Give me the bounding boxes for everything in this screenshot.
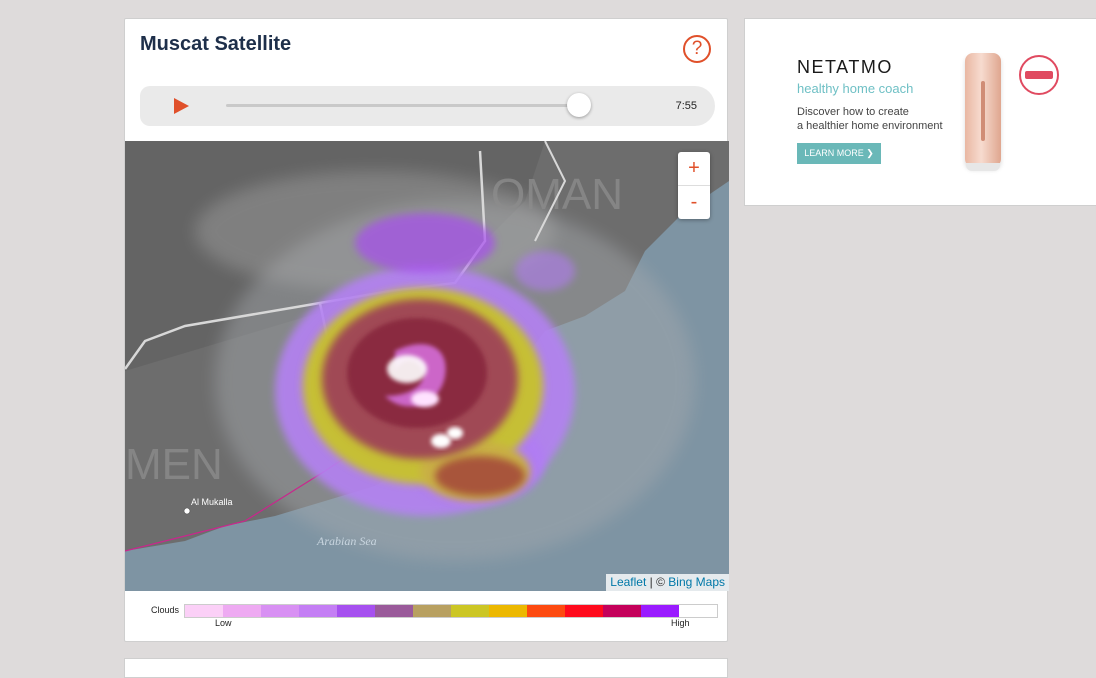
ad-tagline: healthy home coach [797,81,914,96]
map-label-oman: OMAN [491,170,623,219]
legend-swatch [565,605,603,617]
zoom-out-button[interactable]: - [678,186,710,219]
legend-swatch [679,605,717,617]
city-marker [183,507,191,515]
satellite-card: Muscat Satellite ? 7:55 OMAN MEN Al Muka… [124,18,729,642]
legend-swatch [261,605,299,617]
page-title: Muscat Satellite [140,33,292,55]
legend-swatch [185,605,223,617]
legend-swatch [527,605,565,617]
legend-title: Clouds [151,605,180,615]
legend-swatch [299,605,337,617]
ad-brand: NETATMO [797,57,893,77]
product-image [965,53,1001,167]
next-card [124,658,728,678]
map-attribution: Leaflet | © Bing Maps [606,574,729,591]
ad-description-line-1: Discover how to create [797,106,909,118]
ad-description-line-2: a healthier home environment [797,120,943,132]
time-readout: 7:55 [675,100,697,112]
legend-swatch [223,605,261,617]
legend-swatch [337,605,375,617]
zoom-control: + - [678,152,710,219]
attribution-separator: | © [649,575,665,589]
award-badge-icon [1019,55,1059,95]
map-label-yemen: MEN [125,440,223,489]
legend-high-label: High [671,618,690,628]
product-base [966,163,1000,171]
legend-swatch [375,605,413,617]
legend-low-label: Low [215,618,232,628]
play-icon[interactable] [174,98,189,114]
ad-description: Discover how to create a healthier home … [797,105,967,133]
timeline-slider-handle[interactable] [567,93,592,117]
clouds-legend: Clouds Low High [125,597,729,637]
satellite-map[interactable]: OMAN MEN Al Mukalla Arabian Sea + - Leaf… [125,141,729,591]
question-circle-icon[interactable]: ? [683,35,711,63]
legend-swatch [413,605,451,617]
legend-swatch [641,605,679,617]
advertisement[interactable]: NETATMO healthy home coach Discover how … [744,18,1096,206]
legend-color-scale [184,604,718,618]
bing-maps-link[interactable]: Bing Maps [668,575,725,589]
learn-more-button[interactable]: LEARN MORE ❯ [797,143,881,164]
map-label-city: Al Mukalla [191,497,233,507]
legend-swatch [451,605,489,617]
timeline-track[interactable] [226,104,590,107]
map-label-sea: Arabian Sea [316,534,377,548]
map-canvas: OMAN MEN Al Mukalla Arabian Sea [125,141,729,591]
leaflet-link[interactable]: Leaflet [610,575,646,589]
zoom-in-button[interactable]: + [678,152,710,186]
legend-swatch [603,605,641,617]
legend-swatch [489,605,527,617]
animation-player: 7:55 [140,86,715,126]
